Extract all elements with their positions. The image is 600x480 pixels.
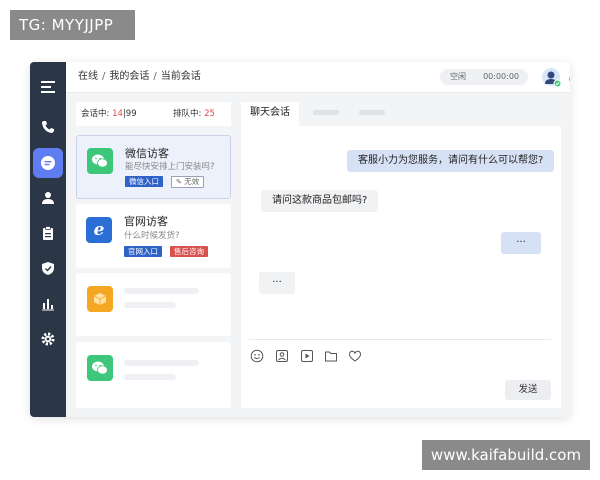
tag-after-sales: 售后咨询 bbox=[170, 246, 208, 257]
video-icon[interactable] bbox=[300, 348, 314, 362]
breadcrumb-separator: / bbox=[153, 71, 157, 82]
wechat-icon bbox=[87, 355, 113, 381]
user-icon[interactable] bbox=[36, 186, 60, 210]
top-bar: 在线 / 我的会话 / 当前会话 空闲 00:00:00 bbox=[66, 62, 570, 93]
session-timer: 00:00:00 bbox=[483, 72, 519, 81]
folder-icon[interactable] bbox=[324, 348, 338, 362]
message-agent: 客服小力为您服务，请问有什么可以帮您? bbox=[347, 150, 555, 172]
chat-panel: 聊天会话 客服小力为您服务，请问有什么可以帮您? 请问这款商品包邮吗? ··· … bbox=[241, 102, 561, 408]
image-icon[interactable] bbox=[275, 348, 289, 362]
sidebar bbox=[30, 62, 66, 417]
tab-placeholder[interactable] bbox=[313, 110, 339, 115]
tab-placeholder[interactable] bbox=[359, 110, 385, 115]
visitor-card[interactable]: e 官网访客 什么时候发货? 官网入口 售后咨询 bbox=[76, 204, 231, 268]
chat-body: 客服小力为您服务，请问有什么可以帮您? 请问这款商品包邮吗? ··· ··· 发… bbox=[241, 126, 561, 408]
app-window: 在线 / 我的会话 / 当前会话 空闲 00:00:00 会话中: 14|99 排队中:… bbox=[30, 62, 570, 417]
send-button[interactable]: 发送 bbox=[505, 380, 551, 400]
watermark-bottom: www.kaifabuild.com bbox=[422, 440, 590, 470]
clipboard-icon[interactable] bbox=[36, 221, 60, 245]
chat-icon[interactable] bbox=[33, 148, 63, 178]
queue-counter: 排队中: 25 bbox=[173, 109, 215, 119]
tab-bar: 聊天会话 bbox=[241, 102, 561, 126]
breadcrumb-item-my-sessions[interactable]: 我的会话 bbox=[109, 71, 149, 82]
visitor-last-message: 能尽快安排上门安装吗? bbox=[125, 162, 215, 172]
skeleton-line bbox=[124, 360, 199, 366]
wechat-icon bbox=[87, 148, 113, 174]
watermark-top: TG: MYYJJPP bbox=[10, 10, 135, 40]
composer-divider bbox=[249, 339, 551, 340]
ie-browser-icon: e bbox=[86, 217, 112, 243]
visitor-list-panel: 会话中: 14|99 排队中: 25 微信访客 能尽快安排上门安装吗? 微信入口… bbox=[76, 102, 231, 408]
edit-icon: ✎ bbox=[176, 178, 182, 186]
tag-invalid: ✎ 无效 bbox=[171, 176, 205, 188]
power-icon[interactable] bbox=[568, 70, 570, 84]
avatar[interactable] bbox=[542, 68, 562, 88]
status-label: 空闲 bbox=[450, 72, 466, 81]
message-visitor-typing: ··· bbox=[259, 272, 295, 294]
message-agent-typing: ··· bbox=[501, 232, 541, 254]
emoji-icon[interactable] bbox=[250, 348, 264, 363]
heart-icon[interactable] bbox=[348, 348, 362, 362]
bar-chart-icon[interactable] bbox=[36, 292, 60, 316]
skeleton-line bbox=[124, 374, 176, 380]
shield-icon[interactable] bbox=[36, 256, 60, 280]
box-icon bbox=[87, 286, 113, 312]
tag-channel: 微信入口 bbox=[125, 176, 163, 187]
in-session-counter: 会话中: 14|99 bbox=[81, 109, 137, 119]
visitor-title: 微信访客 bbox=[125, 147, 169, 160]
gear-icon[interactable] bbox=[36, 327, 60, 351]
tag-channel: 官网入口 bbox=[124, 246, 162, 257]
breadcrumb-item-online[interactable]: 在线 bbox=[78, 71, 98, 82]
visitor-title: 官网访客 bbox=[124, 215, 168, 228]
message-visitor: 请问这款商品包邮吗? bbox=[261, 190, 379, 212]
breadcrumb: 在线 / 我的会话 / 当前会话 bbox=[78, 62, 201, 92]
breadcrumb-item-current-session: 当前会话 bbox=[160, 71, 201, 82]
visitor-card-placeholder[interactable] bbox=[76, 273, 231, 336]
visitor-card-placeholder[interactable] bbox=[76, 342, 231, 408]
status-pill[interactable]: 空闲 00:00:00 bbox=[440, 69, 528, 85]
session-counter-bar: 会话中: 14|99 排队中: 25 bbox=[76, 102, 231, 126]
tab-chat-session[interactable]: 聊天会话 bbox=[241, 102, 299, 126]
phone-icon[interactable] bbox=[36, 115, 60, 139]
visitor-card[interactable]: 微信访客 能尽快安排上门安装吗? 微信入口 ✎ 无效 bbox=[76, 135, 231, 199]
breadcrumb-separator: / bbox=[102, 71, 106, 82]
skeleton-line bbox=[124, 302, 176, 308]
skeleton-line bbox=[124, 288, 199, 294]
menu-icon[interactable] bbox=[36, 75, 60, 99]
visitor-last-message: 什么时候发货? bbox=[124, 231, 180, 241]
